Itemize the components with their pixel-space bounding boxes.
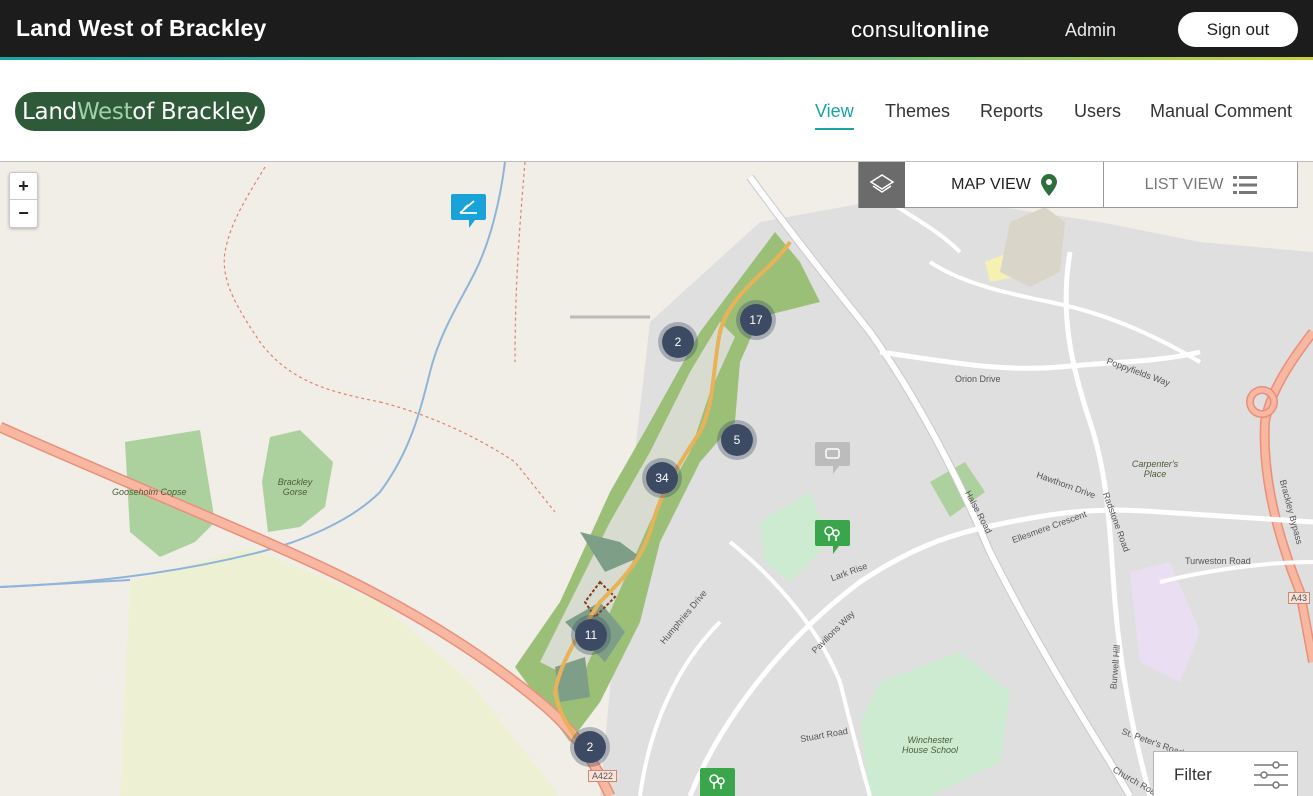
consultonline-logo: consultonline bbox=[851, 17, 989, 43]
admin-link[interactable]: Admin bbox=[1065, 20, 1116, 41]
layers-button[interactable] bbox=[859, 162, 905, 208]
label-a422: A422 bbox=[588, 770, 618, 782]
map-pin-icon bbox=[1040, 174, 1057, 196]
label-gooseholm-copse: Gooseholm Copse bbox=[112, 487, 187, 497]
label-brackley-gorse: Brackley Gorse bbox=[277, 477, 313, 497]
nav-manual-comment[interactable]: Manual Comment bbox=[1150, 101, 1292, 122]
zoom-in-button[interactable]: + bbox=[10, 173, 37, 200]
cluster-marker[interactable]: 5 bbox=[717, 420, 757, 460]
filter-button[interactable]: Filter bbox=[1153, 751, 1298, 796]
map[interactable]: Gooseholm Copse Brackley Gorse Carpenter… bbox=[0, 162, 1313, 796]
label-turweston-road: Turweston Road bbox=[1185, 556, 1251, 566]
top-bar: Land West of Brackley consultonline Admi… bbox=[0, 0, 1313, 60]
nav-reports[interactable]: Reports bbox=[980, 101, 1043, 122]
nav-view[interactable]: View bbox=[815, 101, 854, 130]
sign-out-button[interactable]: Sign out bbox=[1178, 12, 1298, 47]
label-a43: A43 bbox=[1288, 592, 1311, 604]
label-carpenters-place: Carpenter's Place bbox=[1131, 459, 1179, 479]
zoom-out-button[interactable]: − bbox=[10, 200, 37, 226]
nav-themes[interactable]: Themes bbox=[885, 101, 950, 122]
layers-icon bbox=[869, 174, 895, 193]
nav-users[interactable]: Users bbox=[1074, 101, 1121, 122]
map-view-label: MAP VIEW bbox=[951, 176, 1031, 193]
list-view-label: LIST VIEW bbox=[1144, 176, 1224, 193]
project-header: Land West of Brackley View Themes Report… bbox=[0, 60, 1313, 162]
project-logo[interactable]: Land West of Brackley bbox=[15, 92, 265, 131]
brand-part2: online bbox=[922, 17, 990, 42]
comment-marker-tree-icon[interactable] bbox=[815, 520, 850, 559]
logo-part2: West bbox=[76, 98, 133, 125]
list-view-button[interactable]: LIST VIEW bbox=[1104, 162, 1298, 208]
logo-part3: of Brackley bbox=[132, 98, 258, 125]
cluster-marker[interactable]: 34 bbox=[642, 458, 682, 498]
filter-label: Filter bbox=[1174, 765, 1212, 784]
comment-marker-measure-icon[interactable] bbox=[451, 194, 486, 233]
label-winchester-house-school: Winchester House School bbox=[901, 735, 959, 755]
logo-part1: Land bbox=[22, 98, 77, 125]
cluster-marker[interactable]: 17 bbox=[736, 300, 776, 340]
comment-marker-chat-icon[interactable] bbox=[815, 442, 850, 479]
label-orion-drive: Orion Drive bbox=[955, 374, 1001, 384]
list-icon bbox=[1233, 176, 1258, 194]
brand-part1: consult bbox=[851, 17, 923, 42]
comment-marker-tree-icon[interactable] bbox=[700, 768, 735, 796]
app-title: Land West of Brackley bbox=[16, 15, 267, 41]
sliders-icon bbox=[1254, 761, 1288, 789]
cluster-marker[interactable]: 2 bbox=[570, 727, 610, 767]
zoom-control: + − bbox=[9, 172, 38, 228]
view-toggle: MAP VIEW LIST VIEW bbox=[858, 162, 1298, 208]
cluster-marker[interactable]: 11 bbox=[571, 615, 611, 655]
map-view-button[interactable]: MAP VIEW bbox=[905, 162, 1104, 208]
cluster-marker[interactable]: 2 bbox=[658, 322, 698, 362]
